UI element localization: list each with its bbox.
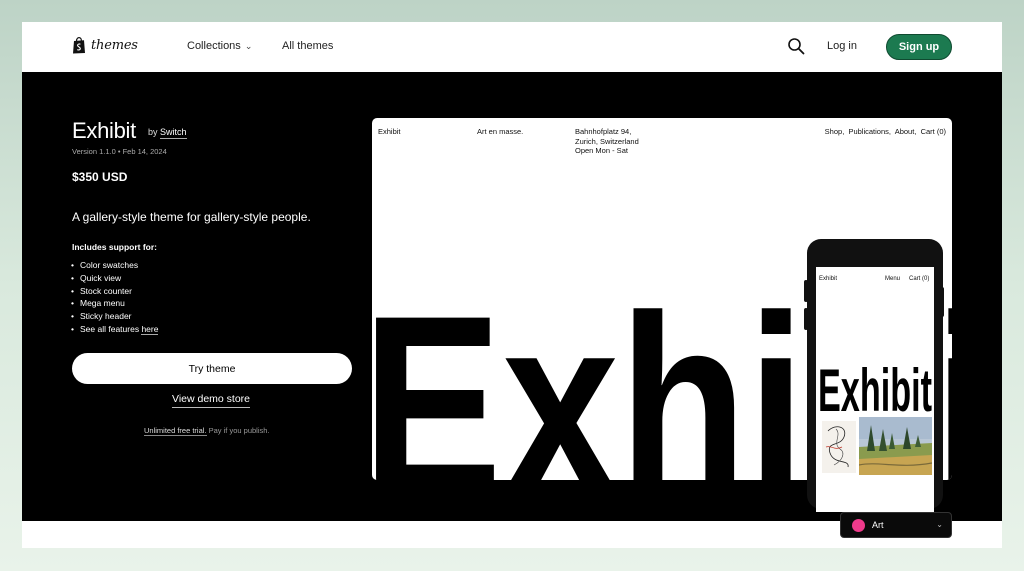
shopify-bag-icon [73, 37, 85, 54]
preview-address-line: Open Mon - Sat [575, 146, 628, 155]
feature-item: Quick view [71, 272, 158, 285]
feature-item: Stock counter [71, 285, 158, 298]
phone-cart: Cart (0) [909, 276, 930, 282]
phone-big-word: Exhibit [818, 361, 932, 413]
preview-nav: Shop, Publications, About, Cart (0) [824, 127, 946, 136]
painting-artwork [859, 417, 932, 475]
feature-item: Color swatches [71, 259, 158, 272]
logo-text: themes [91, 38, 138, 53]
author-link[interactable]: Switch [160, 127, 187, 139]
example-presets-label: Example presets [760, 520, 828, 530]
shopify-themes-logo[interactable]: themes [72, 37, 138, 54]
view-demo-store-link[interactable]: View demo store [172, 393, 251, 408]
see-all-label: See all features [80, 323, 140, 334]
try-theme-button[interactable]: Try theme [72, 353, 352, 384]
see-all-features-link[interactable]: here [141, 323, 159, 335]
trial-note: Unlimited free trial. Pay if you publish… [144, 426, 270, 436]
feature-list: Color swatches Quick view Stock counter … [71, 259, 159, 336]
preview-slogan: Art en masse. [477, 127, 524, 136]
phone-power-button [940, 287, 944, 317]
trial-note-text: Pay if you publish. [208, 426, 270, 435]
login-link[interactable]: Log in [827, 40, 857, 52]
nav-collections-label: Collections [187, 40, 241, 52]
phone-big-wordmark: Exhibit [818, 361, 932, 413]
site-header: themes Collections ⌄ All themes Log in S… [22, 22, 1002, 72]
preview-address: Bahnhofplatz 94, Zurich, Switzerland Ope… [575, 127, 639, 156]
nav-all-themes[interactable]: All themes [282, 40, 333, 52]
feature-item: Sticky header [71, 310, 158, 323]
preset-value: Art [872, 520, 884, 530]
example-presets-select[interactable]: Art ⌄ [840, 512, 952, 538]
theme-tagline: A gallery-style theme for gallery-style … [72, 210, 311, 224]
phone-side-button [804, 280, 808, 302]
theme-title: Exhibit [72, 118, 136, 143]
feature-item-see-all: See all features here [71, 323, 159, 336]
line-drawing-artwork [822, 421, 856, 473]
chevron-down-icon: ⌄ [244, 40, 253, 51]
theme-author: by Switch [148, 127, 187, 139]
feature-item: Mega menu [71, 297, 158, 310]
page-frame: themes Collections ⌄ All themes Log in S… [22, 22, 1002, 548]
by-prefix: by [148, 127, 158, 137]
preview-address-line: Zurich, Switzerland [575, 136, 639, 146]
preview-store-name: Exhibit [378, 127, 401, 136]
search-icon[interactable] [787, 37, 805, 55]
phone-menu: Menu [885, 276, 901, 282]
preview-address-line: Bahnhofplatz 94, [575, 127, 632, 136]
nav-collections[interactable]: Collections ⌄ [187, 40, 252, 52]
phone-side-button [804, 308, 808, 330]
phone-store-name: Exhibit [819, 276, 838, 282]
theme-hero: Exhibit by Switch Version 1.1.0 • Feb 14… [22, 72, 1002, 538]
free-trial-link[interactable]: Unlimited free trial. [144, 426, 207, 436]
preset-color-swatch [852, 519, 865, 532]
chevron-down-icon: ⌄ [936, 520, 943, 529]
theme-preview-mobile[interactable]: Exhibit Menu Cart (0) Exhibit [816, 267, 934, 512]
supports-heading: Includes support for: [72, 242, 157, 252]
theme-version: Version 1.1.0 • Feb 14, 2024 [72, 147, 167, 156]
theme-price: $350 USD [72, 170, 128, 184]
signup-button[interactable]: Sign up [886, 34, 952, 60]
